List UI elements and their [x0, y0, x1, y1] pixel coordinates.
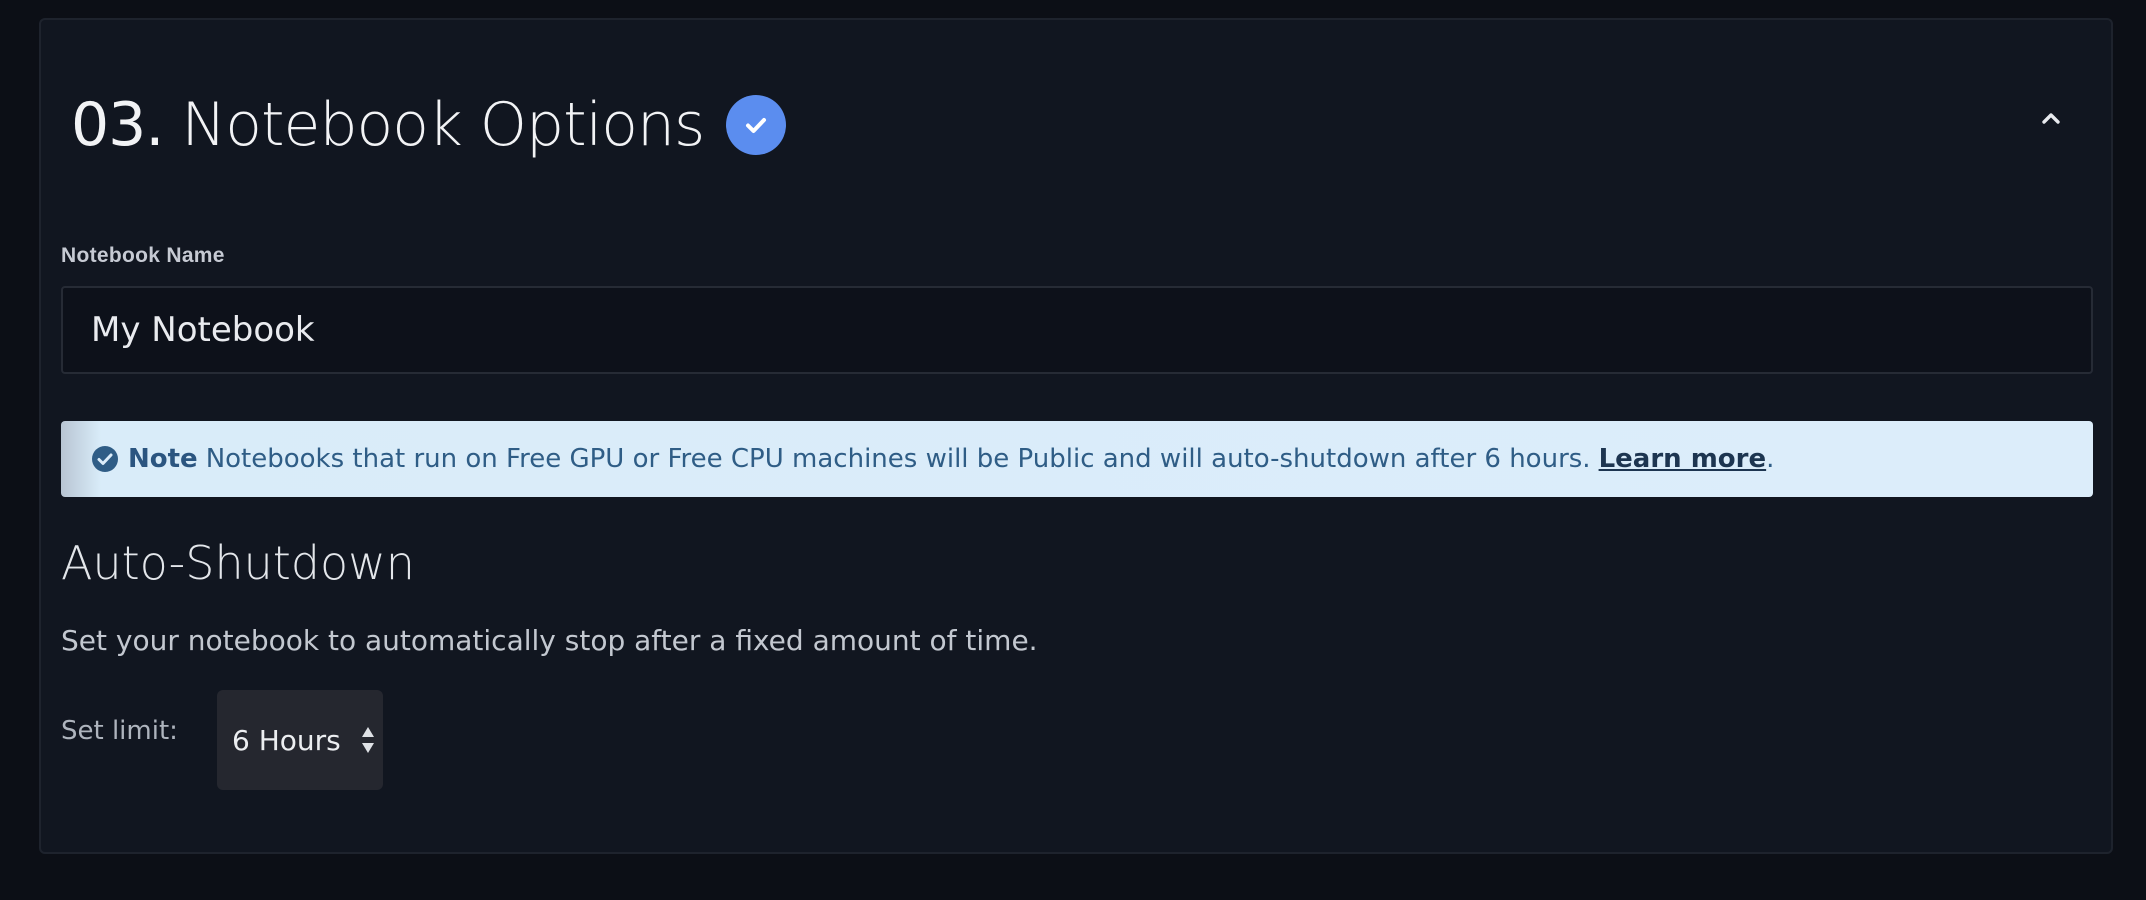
set-limit-label: Set limit:: [61, 716, 178, 746]
note-text: Notebooks that run on Free GPU or Free C…: [205, 444, 1591, 474]
selected-limit-value: 6 Hours: [232, 723, 341, 757]
section-title: Notebook Options: [181, 90, 705, 160]
note-banner: Note Notebooks that run on Free GPU or F…: [61, 421, 2093, 497]
notebook-name-input[interactable]: [61, 286, 2093, 374]
section-header: 03. Notebook Options: [71, 70, 787, 180]
check-circle-icon: [91, 445, 119, 473]
notebook-name-label: Notebook Name: [61, 244, 225, 267]
shutdown-limit-select[interactable]: 6 Hours: [217, 690, 383, 790]
auto-shutdown-description: Set your notebook to automatically stop …: [61, 624, 1038, 657]
select-arrows-icon: [362, 727, 374, 753]
note-trailing: .: [1766, 444, 1775, 474]
note-title: Note: [128, 444, 198, 474]
step-number: 03.: [71, 90, 164, 160]
collapse-section-button[interactable]: [2031, 98, 2071, 138]
check-circle-icon: [726, 95, 787, 155]
chevron-up-icon: [2042, 113, 2060, 124]
learn-more-link[interactable]: Learn more: [1599, 444, 1767, 474]
auto-shutdown-heading: Auto-Shutdown: [61, 536, 415, 590]
notebook-options-panel: 03. Notebook Options Notebook Name Note …: [39, 18, 2113, 854]
